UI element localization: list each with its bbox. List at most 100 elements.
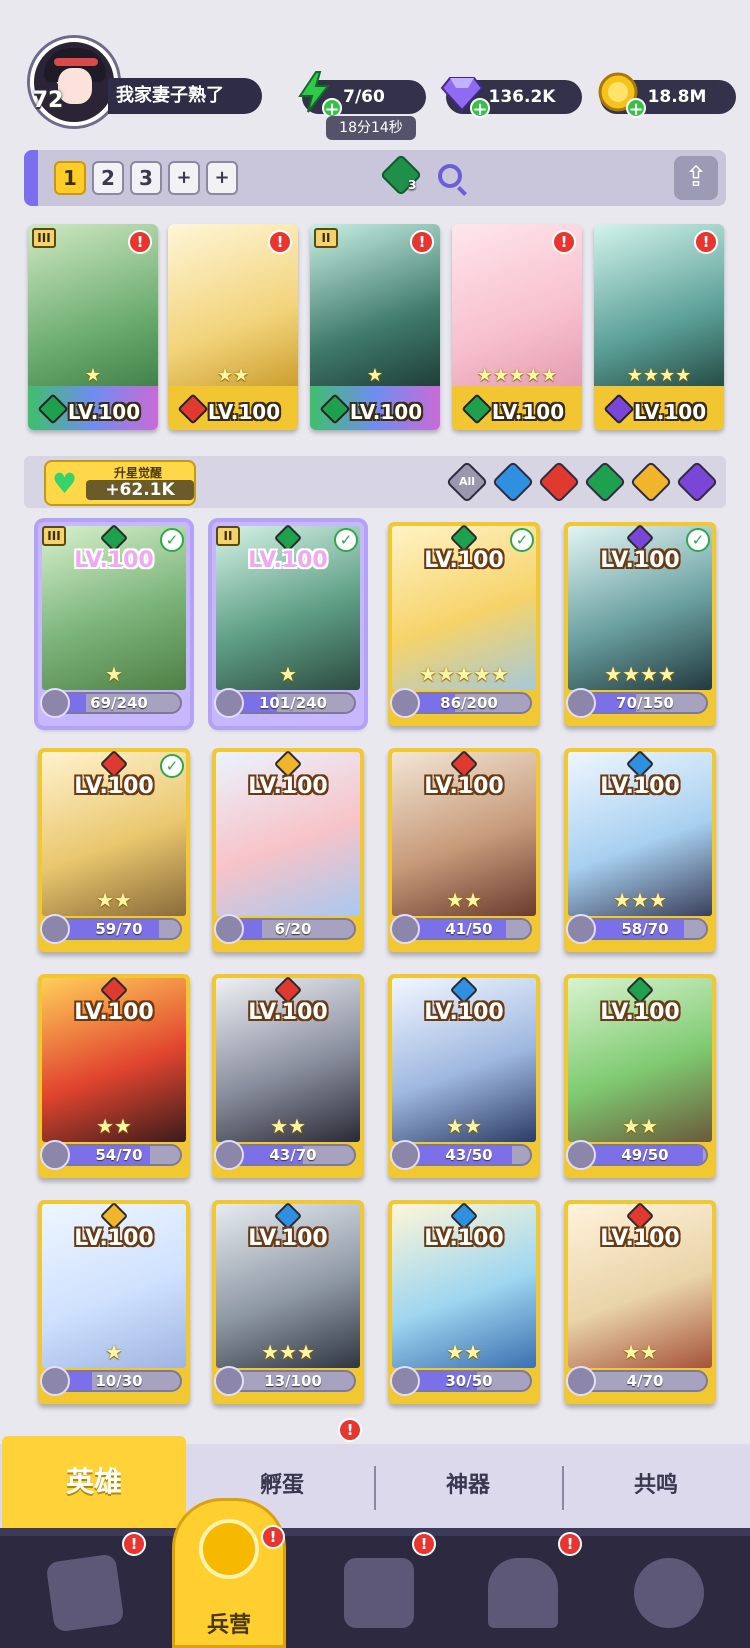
filter-bar: ♥ 升星觉醒 +62.1K All <box>24 456 726 508</box>
tab-heroes[interactable]: 英雄 <box>2 1436 186 1528</box>
star-rating: ★★★★ <box>604 662 676 686</box>
shrine-icon <box>488 1558 558 1628</box>
filter-light-icon[interactable] <box>629 460 673 504</box>
hero-level: LV.100 <box>248 1226 328 1251</box>
hero-card[interactable]: LV.100 ★★ 54/70 <box>38 974 190 1178</box>
shard-icon <box>40 1366 70 1396</box>
tab-resonance[interactable]: 共鸣 <box>564 1444 748 1528</box>
nav-barracks[interactable]: ! 兵营 <box>172 1498 286 1648</box>
shard-icon <box>390 688 420 718</box>
nav-guild[interactable] <box>624 1546 714 1636</box>
hero-card[interactable]: LV.100 ★ 10/30 <box>38 1200 190 1404</box>
stamina-timer: 18分14秒 <box>326 116 416 140</box>
slot-alert-icon: ! <box>268 230 292 254</box>
team-tab-add-2[interactable]: + <box>206 161 238 195</box>
star-rating: ★★ <box>96 888 132 912</box>
hero-level: LV.100 <box>600 1000 680 1025</box>
team-bar: 1 2 3 + + 3 ⇪ <box>24 150 726 206</box>
player-level: 72 <box>32 88 64 113</box>
star-rating: ★ <box>366 365 384 386</box>
team-tab-2[interactable]: 2 <box>92 161 124 195</box>
filter-all[interactable]: All <box>445 460 489 504</box>
filter-wind-icon[interactable] <box>583 460 627 504</box>
shard-icon <box>214 914 244 944</box>
shard-icon <box>566 688 596 718</box>
hero-level: LV.100 <box>248 1000 328 1025</box>
star-rating: ★★ <box>446 1340 482 1364</box>
nav-barracks-label: 兵营 <box>206 1613 251 1638</box>
map-icon <box>344 1558 414 1628</box>
hero-level: LV.100 <box>74 774 154 799</box>
stamina-add-icon[interactable]: + <box>322 98 342 120</box>
hero-card[interactable]: ✓ LV.100 ★★★★★ 86/200 <box>388 522 540 726</box>
stamina-lightning-icon[interactable]: + <box>292 70 342 120</box>
hero-level: LV.100 <box>424 1000 504 1025</box>
team-slot-2[interactable]: ★★ LV.100 ! <box>168 224 298 430</box>
rank-badge: II <box>314 228 338 248</box>
shard-icon <box>214 688 244 718</box>
hero-card[interactable]: LV.100 ★★ 30/50 <box>388 1200 540 1404</box>
hero-card[interactable]: LV.100 ★★★ 58/70 <box>564 748 716 952</box>
star-rating: ★★★ <box>613 888 667 912</box>
hero-level: LV.100 <box>424 548 504 573</box>
gold-coin-icon[interactable]: + <box>596 70 646 120</box>
filter-dark-icon[interactable] <box>675 460 719 504</box>
team-slot-1[interactable]: ★ LV.100 III ! <box>28 224 158 430</box>
barracks-icon <box>199 1519 259 1579</box>
star-rating: ★★★★★ <box>476 365 558 386</box>
hero-level: LV.100 <box>74 1000 154 1025</box>
slot-alert-icon: ! <box>128 230 152 254</box>
team-slot-3[interactable]: ★ LV.100 II ! <box>310 224 440 430</box>
shard-icon <box>214 1366 244 1396</box>
team-tab-1[interactable]: 1 <box>54 161 86 195</box>
hero-level: LV.100 <box>424 1226 504 1251</box>
hero-card[interactable]: ✓ LV.100 ★★ 59/70 <box>38 748 190 952</box>
search-icon[interactable] <box>438 164 462 188</box>
shard-icon <box>40 688 70 718</box>
hero-card[interactable]: ✓ LV.100 ★★★★ 70/150 <box>564 522 716 726</box>
hero-card[interactable]: ✓ III LV.100 ★ 69/240 <box>38 522 190 726</box>
hero-card[interactable]: LV.100 ★★ 49/50 <box>564 974 716 1178</box>
gems-add-icon[interactable]: + <box>470 98 490 120</box>
nav-shrine[interactable]: ! <box>478 1532 582 1636</box>
hero-level: LV.100 <box>424 774 504 799</box>
share-button[interactable]: ⇪ <box>674 156 718 200</box>
nav-cards[interactable]: ! <box>40 1532 146 1636</box>
star-awaken-value: +62.1K <box>86 480 194 500</box>
player-name[interactable]: 我家妻子熟了 <box>108 78 262 114</box>
slot-alert-icon: ! <box>552 230 576 254</box>
hero-level: LV.100 <box>67 400 141 424</box>
tab-artifacts[interactable]: 神器 <box>376 1444 560 1528</box>
hero-level: LV.100 <box>600 1226 680 1251</box>
filter-water-icon[interactable] <box>491 460 535 504</box>
hero-card[interactable]: LV.100 ★★ 4/70 <box>564 1200 716 1404</box>
team-slot-5[interactable]: ★★★★ LV.100 ! <box>594 224 724 430</box>
star-awaken-label: 升星觉醒 <box>113 466 162 480</box>
filter-all-label: All <box>458 475 476 488</box>
shard-icon <box>566 914 596 944</box>
gold-add-icon[interactable]: + <box>626 98 646 120</box>
team-slot-4[interactable]: ★★★★★ LV.100 ! <box>452 224 582 430</box>
hero-level: LV.100 <box>248 774 328 799</box>
shard-icon <box>390 1366 420 1396</box>
rank-badge: III <box>32 228 56 248</box>
hero-card[interactable]: ✓ II LV.100 ★ 101/240 <box>212 522 364 726</box>
rank-badge: III <box>42 526 66 546</box>
hero-card[interactable]: LV.100 ★★★ 13/100 <box>212 1200 364 1404</box>
star-awaken-button[interactable]: ♥ 升星觉醒 +62.1K <box>44 460 196 506</box>
star-rating: ★★ <box>96 1114 132 1138</box>
gem-icon[interactable]: + <box>440 70 490 120</box>
hero-card[interactable]: LV.100 6/20 <box>212 748 364 952</box>
hero-level: LV.100 <box>633 400 707 424</box>
shard-icon <box>40 914 70 944</box>
team-tab-3[interactable]: 3 <box>130 161 162 195</box>
hero-card[interactable]: LV.100 ★★ 43/50 <box>388 974 540 1178</box>
nav-cards-alert-icon: ! <box>122 1532 146 1556</box>
team-tab-add-1[interactable]: + <box>168 161 200 195</box>
filter-fire-icon[interactable] <box>537 460 581 504</box>
nav-map[interactable]: ! <box>334 1532 436 1636</box>
star-rating: ★★ <box>270 1114 306 1138</box>
hero-card[interactable]: LV.100 ★★ 41/50 <box>388 748 540 952</box>
cards-icon <box>45 1553 125 1633</box>
hero-card[interactable]: LV.100 ★★ 43/70 <box>212 974 364 1178</box>
